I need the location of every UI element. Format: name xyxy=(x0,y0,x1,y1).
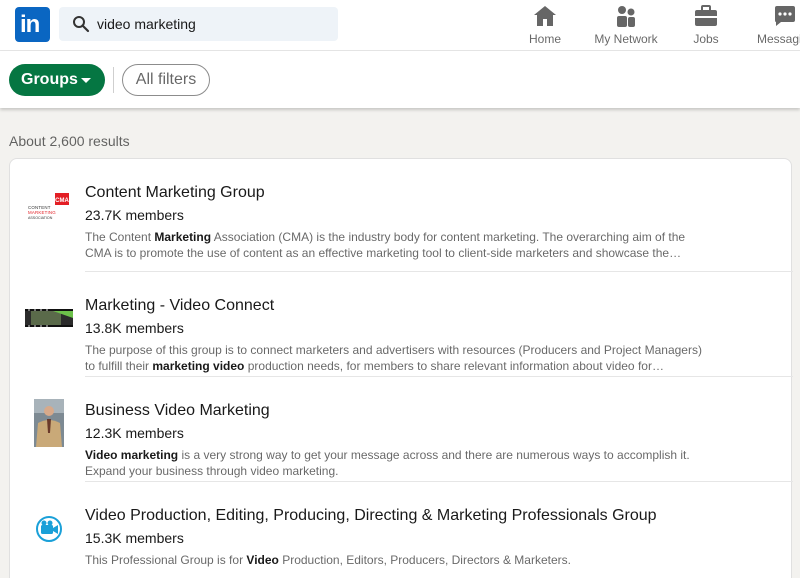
linkedin-logo[interactable]: in xyxy=(15,7,50,42)
search-filter-bar: Groups All filters xyxy=(0,51,800,108)
nav-messaging-label: Messagi xyxy=(757,32,800,46)
highlighted-keyword: Video marketing xyxy=(85,448,179,462)
group-description: The purpose of this group is to connect … xyxy=(85,342,705,374)
group-logo[interactable]: CMA CONTENT MARKETING ASSOCIATION xyxy=(25,181,73,229)
global-nav: in Home My Network Jobs xyxy=(0,0,800,51)
svg-text:ASSOCIATION: ASSOCIATION xyxy=(28,216,53,220)
highlighted-keyword: marketing video xyxy=(152,359,245,373)
all-filters-button[interactable]: All filters xyxy=(122,64,210,96)
group-description: The Content Marketing Association (CMA) … xyxy=(85,229,705,261)
list-item[interactable]: Marketing - Video Connect 13.8K members … xyxy=(10,272,793,377)
group-title[interactable]: Marketing - Video Connect xyxy=(85,297,274,315)
highlighted-keyword: Video xyxy=(246,553,279,567)
member-count: 23.7K members xyxy=(85,207,184,223)
search-icon xyxy=(73,16,90,33)
description-text: Production, Editors, Producers, Director… xyxy=(278,553,571,567)
nav-my-network-label: My Network xyxy=(594,32,658,46)
svg-text:CMA: CMA xyxy=(55,198,69,204)
nav-jobs-label: Jobs xyxy=(693,32,719,46)
group-logo[interactable] xyxy=(25,294,73,342)
member-count: 12.3K members xyxy=(85,425,184,441)
person-photo-icon xyxy=(34,399,64,447)
search-input[interactable] xyxy=(97,7,329,41)
briefcase-icon xyxy=(695,5,717,26)
description-text: production needs, for members to share r… xyxy=(244,359,664,373)
group-logo[interactable] xyxy=(25,399,73,447)
video-camera-icon xyxy=(36,516,62,542)
description-text: The Content xyxy=(85,230,155,244)
film-strip-icon xyxy=(25,309,73,327)
description-text: This Professional Group is for xyxy=(85,553,247,567)
group-title[interactable]: Business Video Marketing xyxy=(85,402,270,420)
nav-messaging[interactable]: Messagi xyxy=(757,4,800,48)
nav-home-label: Home xyxy=(528,32,561,46)
groups-filter-label: Groups xyxy=(21,71,78,88)
nav-home[interactable]: Home xyxy=(527,4,563,48)
member-count: 13.8K members xyxy=(85,320,184,336)
results-count: About 2,600 results xyxy=(9,133,130,149)
filter-divider xyxy=(113,67,114,93)
group-description: Video marketing is a very strong way to … xyxy=(85,447,705,479)
member-count: 15.3K members xyxy=(85,530,184,546)
nav-jobs[interactable]: Jobs xyxy=(688,4,724,48)
list-item[interactable]: Video Production, Editing, Producing, Di… xyxy=(10,482,793,578)
cma-logo-icon: CMA CONTENT MARKETING ASSOCIATION xyxy=(28,193,69,220)
group-title[interactable]: Video Production, Editing, Producing, Di… xyxy=(85,507,657,525)
list-item[interactable]: CMA CONTENT MARKETING ASSOCIATION Conten… xyxy=(10,159,793,272)
search-box[interactable] xyxy=(59,7,338,41)
list-item[interactable]: Business Video Marketing 12.3K members V… xyxy=(10,377,793,482)
home-icon xyxy=(534,6,556,26)
group-title[interactable]: Content Marketing Group xyxy=(85,184,265,202)
svg-text:MARKETING: MARKETING xyxy=(28,210,56,215)
nav-my-network[interactable]: My Network xyxy=(590,4,662,48)
highlighted-keyword: Marketing xyxy=(154,230,212,244)
results-list: CMA CONTENT MARKETING ASSOCIATION Conten… xyxy=(9,158,793,578)
messaging-icon xyxy=(775,6,795,26)
group-description: This Professional Group is for Video Pro… xyxy=(85,552,705,568)
groups-filter-button[interactable]: Groups xyxy=(9,64,105,96)
caret-down-icon xyxy=(81,78,91,83)
network-icon xyxy=(617,6,635,27)
group-logo[interactable] xyxy=(25,504,73,552)
